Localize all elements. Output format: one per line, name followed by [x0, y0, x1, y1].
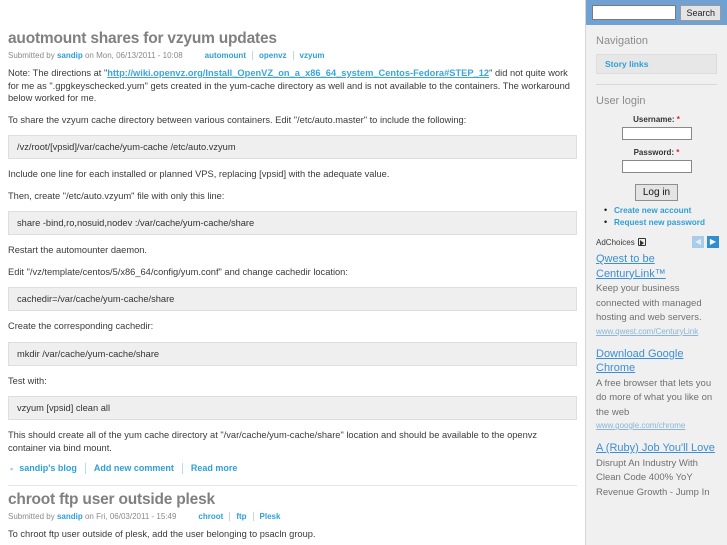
post-tag[interactable]: vzyum [294, 51, 325, 60]
post-title[interactable]: chroot ftp user outside plesk [8, 491, 577, 509]
navigation-menu: Story links [596, 54, 717, 74]
search-input[interactable] [592, 5, 677, 20]
page-root: Recent posts Forum News Contact Secure l… [0, 0, 727, 545]
post-tag[interactable]: automount [205, 51, 253, 60]
post-paragraph: Create the corresponding cachedir: [8, 321, 154, 331]
post-link-add-comment[interactable]: Add new comment [86, 463, 183, 474]
username-field[interactable] [621, 127, 692, 140]
post-links: ▪ sandip's blog Add new comment Read mor… [8, 463, 577, 474]
ad-url-link[interactable]: www.qwest.com/CenturyLink [596, 326, 719, 338]
code-block: vzyum [vpsid] clean all [8, 396, 577, 420]
ad-description: Keep your business connected with manage… [596, 283, 702, 323]
adchoices-icon [637, 238, 646, 246]
ad-title-link[interactable]: Download Google Chrome [596, 347, 719, 376]
required-marker: * [676, 148, 680, 157]
navigation-heading: Navigation [596, 35, 648, 47]
ad-title-link[interactable]: Qwest to be CenturyLink™ [596, 252, 719, 281]
post-paragraph: This should create all of the yum cache … [8, 430, 538, 453]
user-login-heading: User login [596, 95, 646, 107]
post-paragraph: Restart the automounter daemon. [8, 245, 148, 255]
post-divider [8, 485, 577, 486]
post-paragraph: Edit "/vz/template/centos/5/x86_64/confi… [8, 266, 348, 277]
ad-title-link[interactable]: A (Ruby) Job You'll Love [596, 441, 719, 456]
post-author-link[interactable]: sandip [57, 512, 83, 521]
adchoices-text: AdChoices [596, 237, 635, 247]
adchoices-row: AdChoices ◀ ▶ [596, 236, 719, 248]
login-form: Username: * Password: * Log in Create ne… [586, 115, 727, 227]
advertisement-block: AdChoices ◀ ▶ Qwest to be CenturyLink™ K… [586, 230, 727, 500]
bullet-icon: ▪ [10, 463, 14, 474]
post-paragraph: To share the vzyum cache directory betwe… [8, 114, 467, 125]
password-label-text: Password: [633, 148, 675, 157]
required-marker: * [676, 115, 680, 124]
username-label: Username: * [596, 115, 717, 124]
blog-post: chroot ftp user outside plesk Submitted … [8, 491, 577, 545]
post-byline: Submitted by sandip on Fri, 06/03/2011 -… [8, 512, 577, 521]
post-date: on Mon, 06/13/2011 - 10:08 [84, 51, 183, 60]
search-button[interactable]: Search [680, 4, 721, 21]
code-block: mkdir /var/cache/yum-cache/share [8, 341, 577, 366]
post-paragraph: To chroot ftp user outside of plesk, add… [8, 529, 316, 539]
ad-item: A (Ruby) Job You'll Love Disrupt An Indu… [596, 441, 719, 500]
submitted-prefix: Submitted by [8, 512, 55, 521]
code-block: share -bind,ro,nosuid,nodev :/var/cache/… [8, 211, 577, 235]
chevron-left-icon[interactable]: ◀ [692, 236, 704, 248]
log-in-button[interactable]: Log in [634, 184, 679, 201]
post-tag-list: chroot ftp Plesk [198, 512, 280, 521]
paragraph-pre-text: Note: The directions at " [8, 68, 108, 78]
create-new-account-link[interactable]: Create new account [614, 206, 691, 215]
request-new-password-link[interactable]: Request new password [614, 218, 705, 227]
post-author-link[interactable]: sandip [57, 51, 83, 60]
ad-url-link[interactable]: www.google.com/chrome [596, 420, 719, 432]
login-links-list: Create new account Request new password [596, 205, 717, 227]
post-byline: Submitted by sandip on Mon, 06/13/2011 -… [8, 51, 577, 60]
user-login-block: User login [586, 85, 727, 107]
password-field[interactable] [621, 160, 692, 173]
post-paragraph: Note: The directions at "http://wiki.ope… [8, 67, 577, 105]
posts-container: auotmount shares for vzyum updates Submi… [8, 15, 577, 545]
post-link-read-more[interactable]: Read more [183, 463, 246, 474]
post-tag[interactable]: Plesk [254, 512, 281, 521]
post-paragraph: Test with: [8, 375, 47, 386]
list-item: Request new password [604, 217, 717, 227]
code-block: /vz/root/[vpsid]/var/cache/yum-cache /et… [8, 135, 577, 159]
post-title[interactable]: auotmount shares for vzyum updates [8, 30, 577, 48]
submitted-prefix: Submitted by [8, 51, 55, 60]
main-content-column: auotmount shares for vzyum updates Submi… [0, 0, 585, 545]
post-tag[interactable]: ftp [230, 512, 254, 521]
post-paragraph: Then, create "/etc/auto.vzyum" file with… [8, 190, 225, 201]
right-sidebar: Search Navigation Story links User login… [585, 0, 727, 545]
adchoices-label[interactable]: AdChoices [596, 238, 646, 247]
login-button-wrapper: Log in [596, 182, 717, 201]
post-tag[interactable]: chroot [198, 512, 231, 521]
ad-description: Disrupt An Industry With Clean Code 400%… [596, 457, 710, 498]
password-label: Password: * [596, 148, 717, 157]
search-bar: Search [586, 0, 727, 25]
blog-post: auotmount shares for vzyum updates Submi… [8, 30, 577, 474]
post-link-blog[interactable]: sandip's blog [19, 463, 86, 474]
chevron-right-icon[interactable]: ▶ [707, 236, 719, 248]
post-date: on Fri, 06/03/2011 - 15:49 [84, 512, 177, 521]
navigation-block: Navigation Story links [586, 25, 727, 85]
ad-item: Download Google Chrome A free browser th… [596, 347, 719, 433]
code-block: cachedir=/var/cache/yum-cache/share [8, 287, 577, 311]
ad-description: A free browser that lets you do more of … [596, 377, 713, 418]
post-tag-list: automount openvz vzyum [205, 51, 325, 60]
username-label-text: Username: [633, 115, 675, 124]
list-item: Create new account [604, 205, 717, 215]
post-tag[interactable]: openvz [253, 51, 294, 60]
ad-item: Qwest to be CenturyLink™ Keep your busin… [596, 252, 719, 338]
ad-arrow-controls: ◀ ▶ [692, 236, 719, 248]
post-paragraph: Include one line for each installed or p… [8, 169, 390, 179]
sidebar-item-story-links[interactable]: Story links [596, 54, 717, 74]
external-wiki-link[interactable]: http://wiki.openvz.org/Install_OpenVZ_on… [107, 68, 489, 78]
